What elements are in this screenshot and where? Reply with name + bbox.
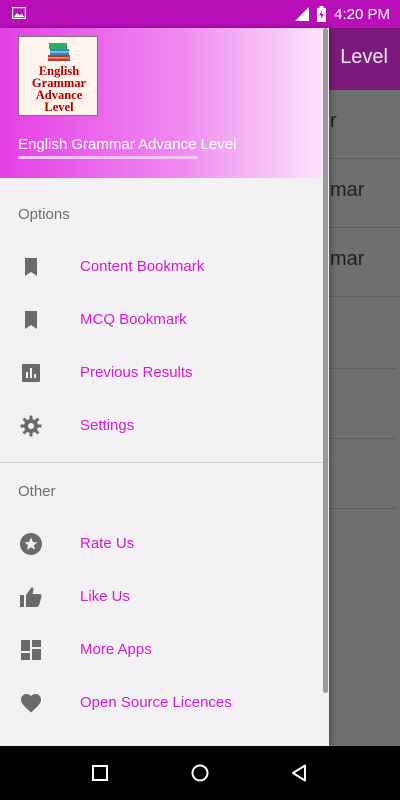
recents-button[interactable]	[88, 761, 112, 785]
navigation-drawer: English Grammar Advance Level English Gramm…	[0, 28, 329, 746]
image-icon	[12, 7, 26, 19]
books-icon	[48, 43, 70, 61]
star-circle-icon	[20, 533, 42, 555]
gear-icon	[20, 415, 42, 437]
thumbs-up-icon	[20, 587, 42, 607]
heart-icon	[21, 694, 41, 713]
drawer-item-label: Rate Us	[80, 535, 135, 552]
system-nav-bar	[0, 746, 400, 800]
dashboard-icon	[21, 640, 41, 660]
status-bar: 4:20 PM	[0, 0, 400, 28]
bar-chart-icon	[22, 364, 40, 382]
section-label-other: Other	[18, 483, 56, 500]
drawer-item-rate-us[interactable]: Rate Us	[0, 518, 329, 571]
drawer-item-label: More Apps	[80, 641, 152, 658]
battery-icon	[317, 6, 327, 22]
app-logo: English Grammar Advance Level	[18, 36, 98, 116]
drawer-item-label: Previous Results	[80, 364, 193, 381]
drawer-item-mcq-bookmark[interactable]: MCQ Bookmark	[0, 294, 329, 347]
signal-icon	[295, 7, 310, 21]
header-subtitle-bar	[18, 156, 198, 159]
drawer-item-open-source-licences[interactable]: Open Source Licences	[0, 677, 329, 730]
drawer-header: English Grammar Advance Level English Gramm…	[0, 28, 329, 178]
app-name: English Grammar Advance Level	[18, 136, 237, 153]
drawer-scrollbar[interactable]	[323, 28, 328, 693]
drawer-item-label: Settings	[80, 417, 135, 434]
drawer-item-label: Open Source Licences	[80, 694, 232, 711]
drawer-item-content-bookmark[interactable]: Content Bookmark	[0, 241, 329, 294]
drawer-item-previous-results[interactable]: Previous Results	[0, 347, 329, 400]
drawer-item-label: Content Bookmark	[80, 258, 205, 275]
bookmark-icon	[25, 258, 37, 276]
drawer-item-label: MCQ Bookmark	[80, 311, 187, 328]
home-button[interactable]	[188, 761, 212, 785]
section-divider	[0, 462, 329, 463]
bookmark-icon	[25, 311, 37, 329]
back-button[interactable]	[288, 761, 312, 785]
section-label-options: Options	[18, 206, 70, 223]
drawer-item-settings[interactable]: Settings	[0, 400, 329, 453]
drawer-item-like-us[interactable]: Like Us	[0, 571, 329, 624]
drawer-item-more-apps[interactable]: More Apps	[0, 624, 329, 677]
clock: 4:20 PM	[334, 5, 390, 23]
app-bar-title: Level	[340, 46, 388, 68]
drawer-item-label: Like Us	[80, 588, 131, 605]
